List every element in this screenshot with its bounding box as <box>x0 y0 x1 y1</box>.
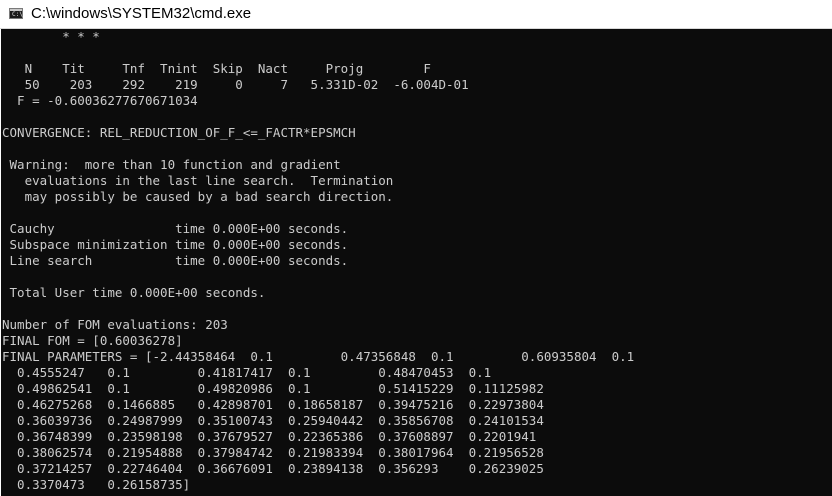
window-left-border <box>0 29 1 496</box>
console-line: Subspace minimization time 0.000E+00 sec… <box>2 237 349 252</box>
console-line: 0.49862541 0.1 0.49820986 0.1 0.51415229… <box>2 381 544 396</box>
console-line: 0.36748399 0.23598198 0.37679527 0.22365… <box>2 429 537 444</box>
console-line: Total User time 0.000E+00 seconds. <box>2 285 266 300</box>
console-line: may possibly be caused by a bad search d… <box>2 189 394 204</box>
console-line: 0.36039736 0.24987999 0.35100743 0.25940… <box>2 413 544 428</box>
console-line: evaluations in the last line search. Ter… <box>2 173 394 188</box>
console-line: 0.46275268 0.1466885 0.42898701 0.186581… <box>2 397 544 412</box>
cmd-window: C:\ C:\windows\SYSTEM32\cmd.exe * * * N … <box>0 0 832 496</box>
console-line: Line search time 0.000E+00 seconds. <box>2 253 349 268</box>
window-title: C:\windows\SYSTEM32\cmd.exe <box>31 5 252 22</box>
console-line: 0.3370473 0.26158735] <box>2 477 191 492</box>
console-line: Cauchy time 0.000E+00 seconds. <box>2 221 349 236</box>
console-line: Warning: more than 10 function and gradi… <box>2 157 341 172</box>
console-line: 0.4555247 0.1 0.41817417 0.1 0.48470453 … <box>2 365 492 380</box>
console-line: N Tit Tnf Tnint Skip Nact Projg F <box>2 61 431 76</box>
console-line: Number of FOM evaluations: 203 <box>2 317 228 332</box>
console-line: F = -0.60036277670671034 <box>2 93 198 108</box>
console-line: FINAL PARAMETERS = [-2.44358464 0.1 0.47… <box>2 349 635 364</box>
console-line: FINAL FOM = [0.60036278] <box>2 333 183 348</box>
title-bar[interactable]: C:\ C:\windows\SYSTEM32\cmd.exe <box>0 0 832 29</box>
console-line: * * * <box>2 29 100 44</box>
console-line: CONVERGENCE: REL_REDUCTION_OF_F_<=_FACTR… <box>2 125 356 140</box>
console-line: 50 203 292 219 0 7 5.331D-02 -6.004D-01 <box>2 77 469 92</box>
console-output[interactable]: * * * N Tit Tnf Tnint Skip Nact Projg F … <box>2 29 832 496</box>
cmd-console-icon[interactable]: C:\ <box>9 8 23 19</box>
console-line: 0.38062574 0.21954888 0.37984742 0.21983… <box>2 445 544 460</box>
cmd-icon-glyph: C:\ <box>12 11 23 18</box>
console-line: 0.37214257 0.22746404 0.36676091 0.23894… <box>2 461 544 476</box>
